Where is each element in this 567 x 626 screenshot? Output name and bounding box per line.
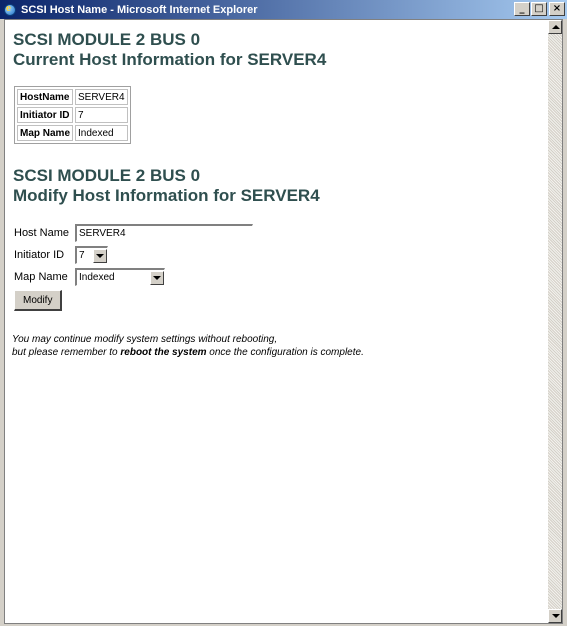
row-key: Initiator ID bbox=[17, 107, 74, 123]
row-value: SERVER4 bbox=[75, 89, 128, 105]
host-name-input[interactable] bbox=[75, 224, 253, 242]
chevron-down-icon bbox=[96, 253, 104, 258]
table-row: Initiator ID 7 bbox=[17, 107, 128, 123]
chevron-down-icon bbox=[153, 275, 161, 280]
map-name-value: Indexed bbox=[79, 272, 115, 283]
page-viewport: SCSI MODULE 2 BUS 0 Current Host Informa… bbox=[4, 19, 563, 624]
scroll-down-button[interactable] bbox=[548, 609, 562, 623]
dropdown-button[interactable] bbox=[150, 270, 164, 285]
current-heading-line1: SCSI MODULE 2 BUS 0 bbox=[13, 30, 201, 49]
initiator-id-label: Initiator ID bbox=[14, 249, 65, 261]
modify-heading-line2: Modify Host Information for SERVER4 bbox=[13, 186, 320, 205]
row-value: 7 bbox=[75, 107, 128, 123]
table-row: HostName SERVER4 bbox=[17, 89, 128, 105]
host-name-label: Host Name bbox=[14, 227, 70, 239]
scroll-up-button[interactable] bbox=[548, 20, 562, 34]
initiator-id-value: 7 bbox=[79, 250, 85, 261]
dropdown-button[interactable] bbox=[93, 248, 107, 263]
page-content: SCSI MODULE 2 BUS 0 Current Host Informa… bbox=[5, 20, 550, 623]
reboot-note: You may continue modify system settings … bbox=[12, 333, 550, 359]
current-host-table: HostName SERVER4 Initiator ID 7 Map Name… bbox=[14, 86, 131, 144]
scroll-up-icon bbox=[552, 25, 560, 29]
row-value: Indexed bbox=[75, 125, 128, 141]
modify-heading-line1: SCSI MODULE 2 BUS 0 bbox=[13, 166, 201, 185]
scroll-down-icon bbox=[552, 614, 560, 618]
current-heading: SCSI MODULE 2 BUS 0 Current Host Informa… bbox=[13, 30, 550, 70]
note-line2-pre: but please remember to bbox=[12, 347, 121, 358]
map-name-label: Map Name bbox=[14, 271, 68, 283]
modify-button[interactable]: Modify bbox=[14, 290, 63, 311]
close-button[interactable]: × bbox=[549, 2, 565, 16]
note-line1: You may continue modify system settings … bbox=[12, 334, 278, 345]
minimize-button[interactable]: _ bbox=[514, 2, 530, 16]
map-name-select[interactable]: Indexed bbox=[75, 268, 165, 286]
modify-heading: SCSI MODULE 2 BUS 0 Modify Host Informat… bbox=[13, 166, 550, 206]
row-key: HostName bbox=[17, 89, 74, 105]
window-title: SCSI Host Name - Microsoft Internet Expl… bbox=[21, 3, 258, 16]
note-line2: but please remember to reboot the system… bbox=[12, 346, 550, 359]
modify-host-form: Host Name Initiator ID 7 Map Name Indexe… bbox=[14, 222, 550, 311]
note-line2-post: once the configuration is complete. bbox=[206, 347, 364, 358]
row-key: Map Name bbox=[17, 125, 74, 141]
maximize-button[interactable]: □ bbox=[531, 2, 547, 16]
ie-icon[interactable]: e bbox=[3, 2, 17, 17]
current-heading-line2: Current Host Information for SERVER4 bbox=[13, 50, 327, 69]
table-row: Map Name Indexed bbox=[17, 125, 128, 141]
vertical-scrollbar[interactable] bbox=[548, 20, 562, 623]
title-bar[interactable]: e SCSI Host Name - Microsoft Internet Ex… bbox=[0, 0, 567, 19]
note-line2-bold: reboot the system bbox=[120, 347, 207, 358]
initiator-id-select[interactable]: 7 bbox=[75, 246, 108, 264]
browser-window: e SCSI Host Name - Microsoft Internet Ex… bbox=[0, 0, 567, 626]
